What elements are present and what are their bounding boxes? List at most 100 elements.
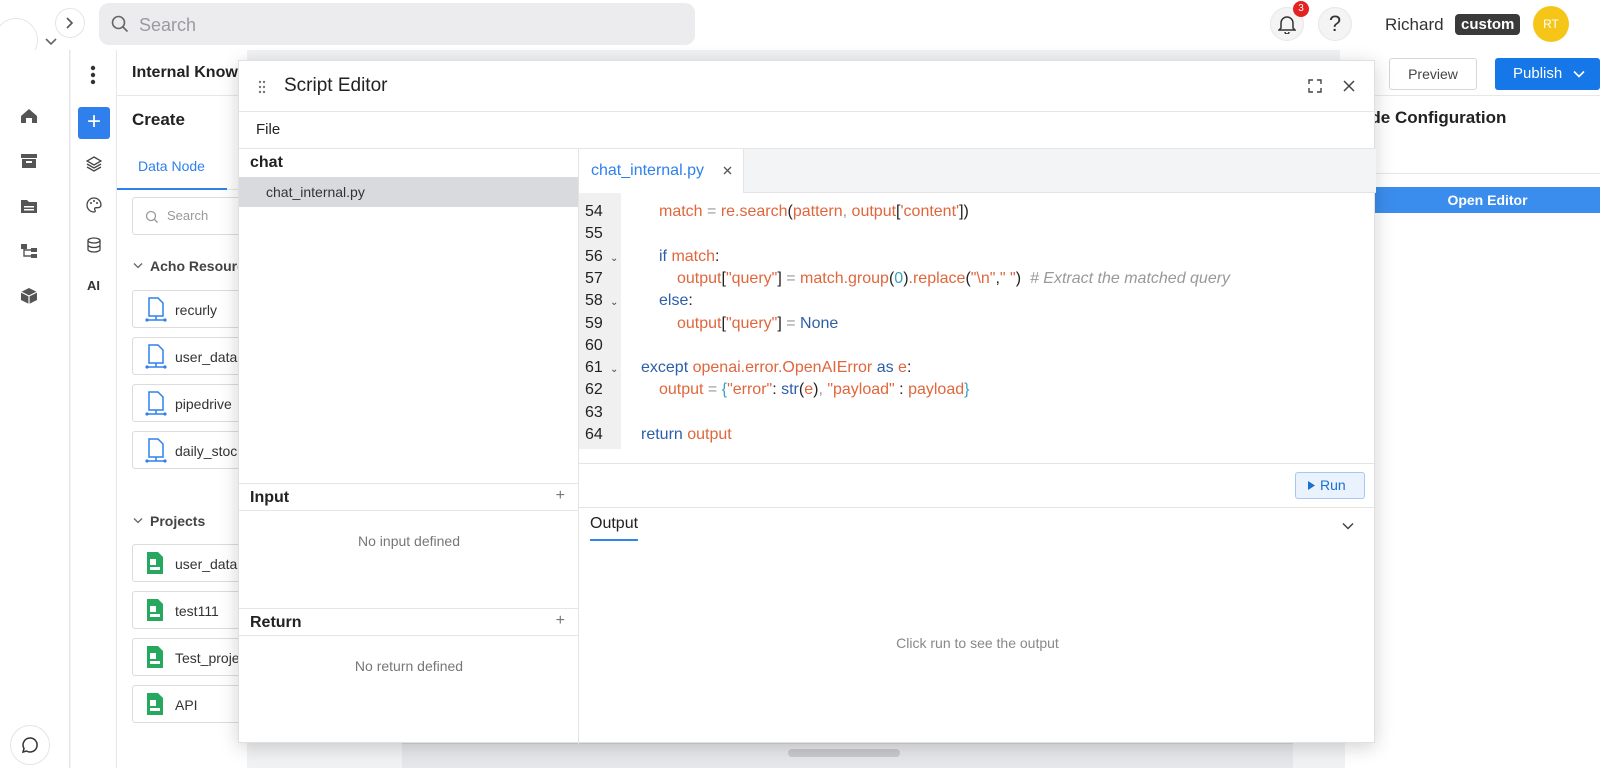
code-token: match xyxy=(659,203,703,220)
line-number: 54 xyxy=(585,203,603,220)
run-button[interactable]: Run xyxy=(1295,472,1365,499)
fold-chevron-icon[interactable]: ⌄ xyxy=(610,253,618,264)
code-token: " " xyxy=(999,269,1016,287)
resource-name: daily_stoc xyxy=(175,443,238,459)
code-token: 0 xyxy=(894,269,904,287)
close-icon[interactable] xyxy=(1343,80,1355,92)
ai-button[interactable]: AI xyxy=(87,278,100,293)
help-button[interactable]: ? xyxy=(1318,7,1352,41)
input-header: Input xyxy=(250,489,290,506)
chat-button[interactable] xyxy=(10,725,50,765)
project-item[interactable]: test111 xyxy=(132,591,252,629)
panel-search-input[interactable]: Search xyxy=(132,197,252,235)
code-token: = xyxy=(703,381,722,399)
preview-button[interactable]: Preview xyxy=(1389,58,1477,90)
project-item[interactable]: Test_proje xyxy=(132,638,252,676)
open-editor-button[interactable]: Open Editor xyxy=(1375,187,1600,213)
palette-icon[interactable] xyxy=(86,197,102,213)
node-config-panel xyxy=(1345,50,1600,768)
code-token: = xyxy=(702,203,721,220)
tab-output[interactable]: Output xyxy=(590,515,639,541)
search-icon xyxy=(145,210,158,223)
project-item[interactable]: user_data xyxy=(132,544,252,582)
input-section-header: Input + xyxy=(239,483,579,511)
resource-item[interactable]: recurly xyxy=(132,290,252,328)
code-token: = xyxy=(781,314,801,332)
plus-icon: + xyxy=(86,108,101,135)
project-name: user_data xyxy=(175,556,238,572)
code-line: match = re.search(pattern, output['conte… xyxy=(659,203,969,221)
code-token: match.group xyxy=(800,269,889,287)
global-search-input[interactable]: Search xyxy=(99,3,695,45)
file-connection-icon xyxy=(145,344,167,369)
expand-sidebar-button[interactable] xyxy=(55,8,85,38)
tab-data-node[interactable]: Data Node xyxy=(117,148,227,190)
close-tab-icon[interactable] xyxy=(723,166,732,175)
publish-button[interactable]: Publish xyxy=(1495,58,1600,90)
code-token: if xyxy=(659,247,672,265)
add-return-button[interactable]: + xyxy=(556,612,565,630)
chevron-down-icon[interactable] xyxy=(133,262,143,270)
output-tab-label: Output xyxy=(590,515,639,532)
database-icon[interactable] xyxy=(86,237,102,253)
node-config-heading: ode Configuration xyxy=(1360,108,1507,127)
resource-item[interactable]: daily_stoc xyxy=(132,431,252,469)
code-token: : xyxy=(688,292,693,310)
folder-icon[interactable] xyxy=(20,198,38,214)
play-icon xyxy=(1308,481,1315,490)
run-label: Run xyxy=(1320,477,1346,493)
file-item-selected[interactable]: chat_internal.py xyxy=(239,177,578,207)
search-placeholder: Search xyxy=(139,15,197,35)
code-token: : xyxy=(772,381,782,399)
code-token: as xyxy=(872,359,899,377)
folder-name[interactable]: chat xyxy=(250,154,283,172)
code-line: else: xyxy=(659,292,693,310)
tab-label: chat_internal.py xyxy=(591,162,704,179)
resource-item[interactable]: pipedrive xyxy=(132,384,252,422)
fold-chevron-icon[interactable]: ⌄ xyxy=(610,297,618,308)
chevron-down-icon[interactable] xyxy=(1342,522,1354,530)
horizontal-scrollbar[interactable] xyxy=(788,749,900,757)
project-name: Test_proje xyxy=(175,650,240,666)
return-empty-state: No return defined xyxy=(354,658,464,674)
code-line: output["query"] = match.group(0).replace… xyxy=(677,270,1230,288)
line-number: 64 xyxy=(585,426,603,443)
user-role-tag: custom xyxy=(1455,14,1521,35)
chevron-down-icon[interactable] xyxy=(133,517,143,525)
project-item[interactable]: API xyxy=(132,685,252,723)
code-token: = xyxy=(781,269,801,287)
layers-icon[interactable] xyxy=(86,156,102,172)
code-line: except openai.error.OpenAIError as e: xyxy=(641,359,911,377)
line-number: 60 xyxy=(585,336,603,354)
chevron-down-icon[interactable] xyxy=(45,38,57,46)
menu-file[interactable]: File xyxy=(256,121,280,138)
more-vertical-icon[interactable] xyxy=(90,65,96,85)
cube-icon[interactable] xyxy=(20,287,38,305)
fold-chevron-icon[interactable]: ⌄ xyxy=(610,364,618,375)
avatar[interactable]: RT xyxy=(1533,6,1569,42)
tab-data-node-label: Data Node xyxy=(138,158,205,174)
home-icon[interactable] xyxy=(20,108,38,124)
code-token: openai.error.OpenAIError xyxy=(692,359,873,377)
project-name: API xyxy=(175,697,198,713)
drag-handle-icon[interactable] xyxy=(258,80,266,94)
add-button[interactable]: + xyxy=(78,107,110,139)
code-token: return xyxy=(641,426,688,443)
app-title: Internal Knowle xyxy=(132,64,252,81)
return-header: Return xyxy=(250,614,302,631)
file-connection-icon xyxy=(145,297,167,322)
add-input-button[interactable]: + xyxy=(556,487,565,505)
tab-chat-internal[interactable]: chat_internal.py xyxy=(579,149,744,193)
resource-item[interactable]: user_data xyxy=(132,337,252,375)
line-number: 55 xyxy=(585,225,603,243)
code-editor[interactable]: 54 match = re.search(pattern, output['con… xyxy=(579,193,1376,463)
workflow-icon[interactable] xyxy=(20,243,38,259)
run-toolbar: Run xyxy=(579,463,1376,508)
maximize-icon[interactable] xyxy=(1308,79,1322,93)
code-token: output xyxy=(677,314,722,332)
modal-title: Script Editor xyxy=(284,75,388,96)
chevron-right-icon xyxy=(66,17,74,29)
code-line: return output xyxy=(641,426,732,444)
archive-icon[interactable] xyxy=(20,153,38,169)
projects-header[interactable]: Projects xyxy=(150,513,205,529)
